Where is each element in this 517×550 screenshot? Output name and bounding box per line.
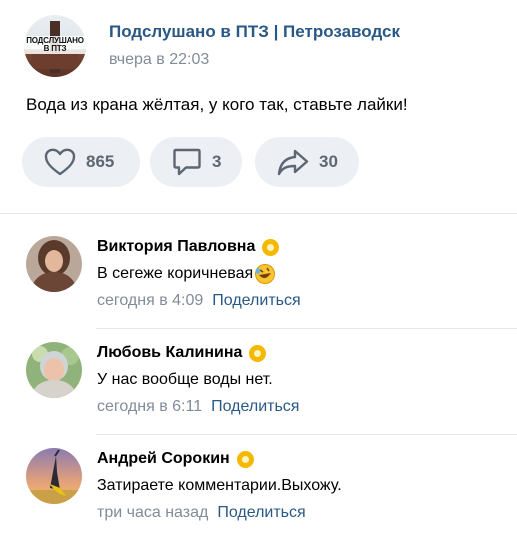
- comment-body: Виктория Павловна В сегеже коричневая се…: [97, 236, 301, 312]
- share-arrow-icon: [277, 148, 309, 176]
- divider: [0, 213, 517, 214]
- comment-text: В сегеже коричневая: [97, 263, 301, 285]
- post-header: ПОДСЛУШАНО В ПТЗ Подслушано в ПТЗ | Петр…: [24, 15, 400, 77]
- comment-time[interactable]: сегодня в 4:09: [97, 290, 203, 312]
- comment-body: Андрей Сорокин Затираете комментарии.Вых…: [97, 448, 342, 524]
- comment-item: Андрей Сорокин Затираете комментарии.Вых…: [26, 448, 506, 548]
- avatar-building-shape: [32, 53, 78, 69]
- author-name-link[interactable]: Андрей Сорокин: [97, 448, 230, 470]
- group-name-link[interactable]: Подслушано в ПТЗ | Петрозаводск: [109, 21, 400, 43]
- comment-meta: три часа назад Поделиться: [97, 502, 342, 524]
- like-button[interactable]: 865: [22, 137, 140, 187]
- divider: [96, 434, 517, 435]
- avatar[interactable]: [26, 448, 82, 504]
- comment-author: Виктория Павловна: [97, 236, 301, 258]
- author-name-link[interactable]: Любовь Калинина: [97, 342, 242, 364]
- comment-meta: сегодня в 4:09 Поделиться: [97, 290, 301, 312]
- share-link[interactable]: Поделиться: [211, 396, 299, 418]
- avatar[interactable]: [26, 342, 82, 398]
- group-info: Подслушано в ПТЗ | Петрозаводск вчера в …: [109, 21, 400, 71]
- share-link[interactable]: Поделиться: [217, 502, 305, 524]
- comment-author: Андрей Сорокин: [97, 448, 342, 470]
- rolling-laughing-emoji-icon: [254, 263, 276, 285]
- post-text: Вода из крана жёлтая, у кого так, ставьт…: [26, 95, 408, 114]
- share-count: 30: [319, 152, 338, 171]
- badge-icon: [262, 238, 280, 256]
- post-actions: 865 3 30: [22, 137, 369, 187]
- divider: [96, 328, 517, 329]
- comment-time[interactable]: сегодня в 6:11: [97, 396, 202, 418]
- author-name-link[interactable]: Виктория Павловна: [97, 236, 255, 258]
- avatar[interactable]: [26, 236, 82, 292]
- comment-author: Любовь Калинина: [97, 342, 299, 364]
- badge-icon: [249, 344, 267, 362]
- badge-icon: [236, 450, 254, 468]
- comment-item: Виктория Павловна В сегеже коричневая се…: [26, 236, 506, 336]
- heart-icon: [44, 148, 76, 176]
- share-link[interactable]: Поделиться: [212, 290, 300, 312]
- comment-time[interactable]: три часа назад: [97, 502, 208, 524]
- comment-body: Любовь Калинина У нас вообще воды нет. с…: [97, 342, 299, 418]
- comment-meta: сегодня в 6:11 Поделиться: [97, 396, 299, 418]
- comment-text: Затираете комментарии.Выхожу.: [97, 477, 342, 494]
- post-time[interactable]: вчера в 22:03: [109, 49, 400, 71]
- share-button[interactable]: 30: [255, 137, 359, 187]
- comment-item: Любовь Калинина У нас вообще воды нет. с…: [26, 342, 506, 442]
- comment-count: 3: [212, 152, 222, 171]
- comment-text-content: В сегеже коричневая: [97, 265, 254, 282]
- comment-button[interactable]: 3: [150, 137, 242, 187]
- comment-icon: [172, 147, 202, 177]
- like-count: 865: [86, 152, 115, 171]
- comment-text: У нас вообще воды нет.: [97, 371, 273, 388]
- group-avatar[interactable]: ПОДСЛУШАНО В ПТЗ: [24, 15, 86, 77]
- avatar-logo-text: ПОДСЛУШАНО В ПТЗ: [24, 36, 86, 54]
